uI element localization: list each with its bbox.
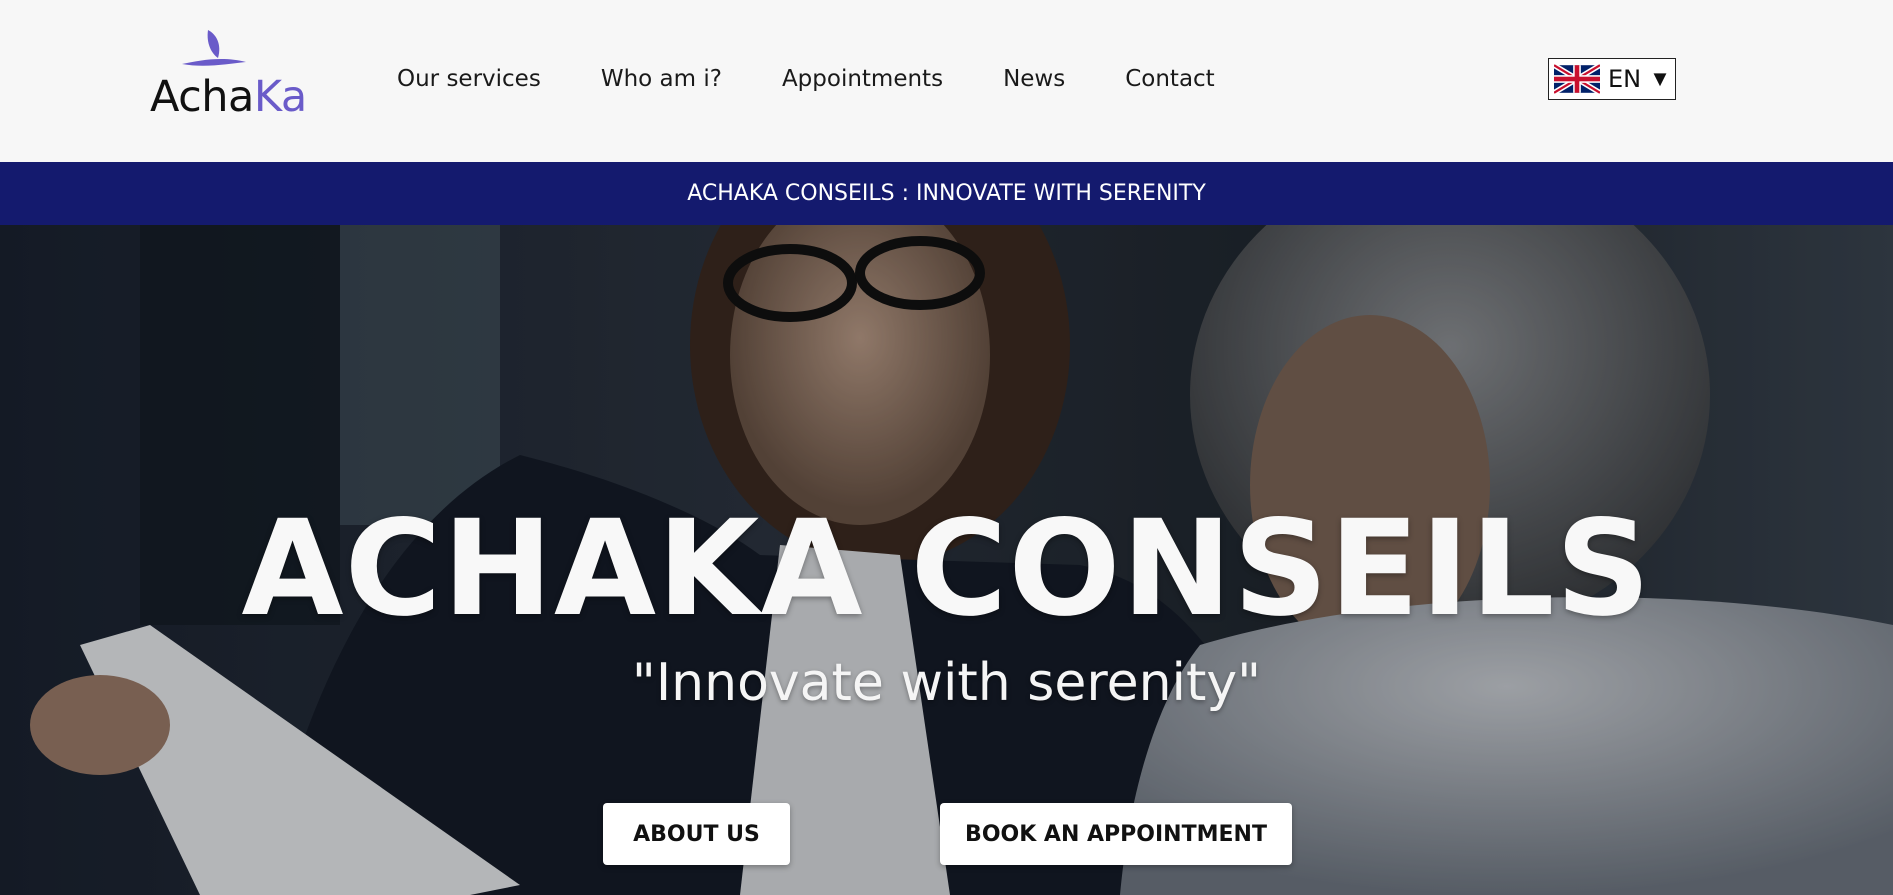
tagline-banner: ACHAKA CONSEILS : INNOVATE WITH SERENITY [0,162,1893,225]
language-selector[interactable]: EN ▼ [1548,58,1676,100]
nav-item-news[interactable]: News [1003,66,1065,92]
language-label: EN [1608,65,1642,93]
nav-item-our-services[interactable]: Our services [397,66,541,92]
logo-text: AchaKa [150,72,307,122]
about-us-button[interactable]: ABOUT US [603,803,790,865]
hero-title: ACHAKA CONSEILS [241,492,1652,646]
main-nav: Our services Who am i? Appointments News… [397,66,1275,92]
nav-item-who-am-i[interactable]: Who am i? [601,66,722,92]
chevron-down-icon: ▼ [1649,66,1671,91]
banner-text: ACHAKA CONSEILS : INNOVATE WITH SERENITY [687,181,1206,206]
hero-section: ACHAKA CONSEILS "Innovate with serenity"… [0,225,1893,895]
nav-item-contact[interactable]: Contact [1125,66,1214,92]
site-header: AchaKa Our services Who am i? Appointmen… [0,0,1893,162]
uk-flag-icon [1554,64,1600,94]
logo-text-accent: Ka [253,72,307,122]
nav-item-appointments[interactable]: Appointments [782,66,943,92]
hero-subtitle: "Innovate with serenity" [631,653,1262,713]
book-appointment-button[interactable]: BOOK AN APPOINTMENT [940,803,1292,865]
logo-text-main: Acha [150,72,254,122]
bird-logo-icon [182,30,246,66]
logo[interactable]: AchaKa [148,28,308,123]
